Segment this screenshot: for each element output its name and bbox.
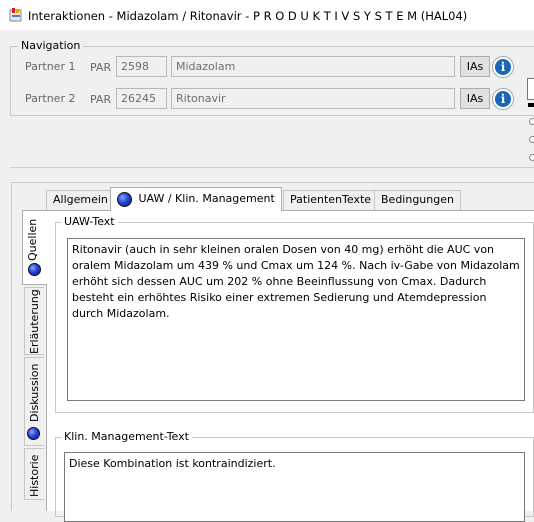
tab-patiententexte[interactable]: PatientenTexte: [283, 190, 379, 210]
vtab-historie[interactable]: Historie: [24, 448, 44, 500]
partner-1-id-field[interactable]: 2598: [116, 56, 167, 77]
tab-allgemein[interactable]: Allgemein: [46, 190, 115, 210]
klin-management-textarea[interactable]: Diese Kombination ist kontraindiziert.: [64, 452, 525, 522]
tab-label: PatientenTexte: [290, 193, 372, 206]
title-bar: Interaktionen - Midazolam / Ritonavir - …: [0, 0, 534, 30]
vtab-label: Erläuterung: [28, 289, 41, 354]
navigation-legend: Navigation: [18, 39, 84, 52]
partner-2-par-label: PAR: [90, 93, 112, 106]
partner-2-name-field[interactable]: Ritonavir: [171, 88, 455, 109]
app-icon: [9, 8, 22, 22]
partner-1-ias-button[interactable]: IAs: [460, 56, 490, 77]
uaw-textarea[interactable]: Ritonavir (auch in sehr kleinen oralen D…: [67, 238, 525, 401]
partner-1-info-button[interactable]: i: [492, 56, 514, 78]
side-radio-1[interactable]: [529, 118, 534, 125]
tab-uaw-klin-management[interactable]: UAW / Klin. Management: [110, 187, 282, 211]
side-radio-2[interactable]: [529, 136, 534, 143]
separator: [10, 167, 534, 168]
vtab-quellen[interactable]: Quellen: [22, 210, 47, 285]
partner-1-par-label: PAR: [90, 61, 112, 74]
partner-2-ias-button[interactable]: IAs: [460, 88, 490, 109]
window-title: Interaktionen - Midazolam / Ritonavir - …: [28, 9, 468, 23]
status-ball-icon: [27, 427, 40, 440]
tab-label: UAW / Klin. Management: [138, 192, 275, 205]
vtab-label: Historie: [28, 454, 41, 497]
vtab-label: Diskussion: [28, 363, 41, 422]
partner-1-label: Partner 1: [25, 60, 76, 73]
tab-label: Bedingungen: [381, 193, 454, 206]
info-icon: i: [500, 92, 506, 106]
side-input-box[interactable]: [527, 78, 534, 100]
info-icon: i: [500, 60, 506, 74]
status-ball-icon: [28, 263, 41, 276]
side-radio-3[interactable]: [529, 154, 534, 161]
vtab-diskussion[interactable]: Diskussion: [24, 357, 44, 446]
klin-management-legend: Klin. Management-Text: [61, 430, 192, 443]
status-ball-icon: [117, 191, 132, 207]
tab-bedingungen[interactable]: Bedingungen: [374, 190, 461, 210]
partner-2-id-field[interactable]: 26245: [116, 88, 167, 109]
side-marker: [528, 103, 534, 107]
partner-2-info-button[interactable]: i: [492, 88, 514, 110]
tab-label: Allgemein: [53, 193, 108, 206]
vtab-label: Quellen: [26, 218, 39, 261]
partner-1-name-field[interactable]: Midazolam: [171, 56, 455, 77]
uaw-legend: UAW-Text: [61, 215, 118, 228]
partner-2-label: Partner 2: [25, 92, 76, 105]
vtab-erlaeuterung[interactable]: Erläuterung: [24, 287, 44, 355]
